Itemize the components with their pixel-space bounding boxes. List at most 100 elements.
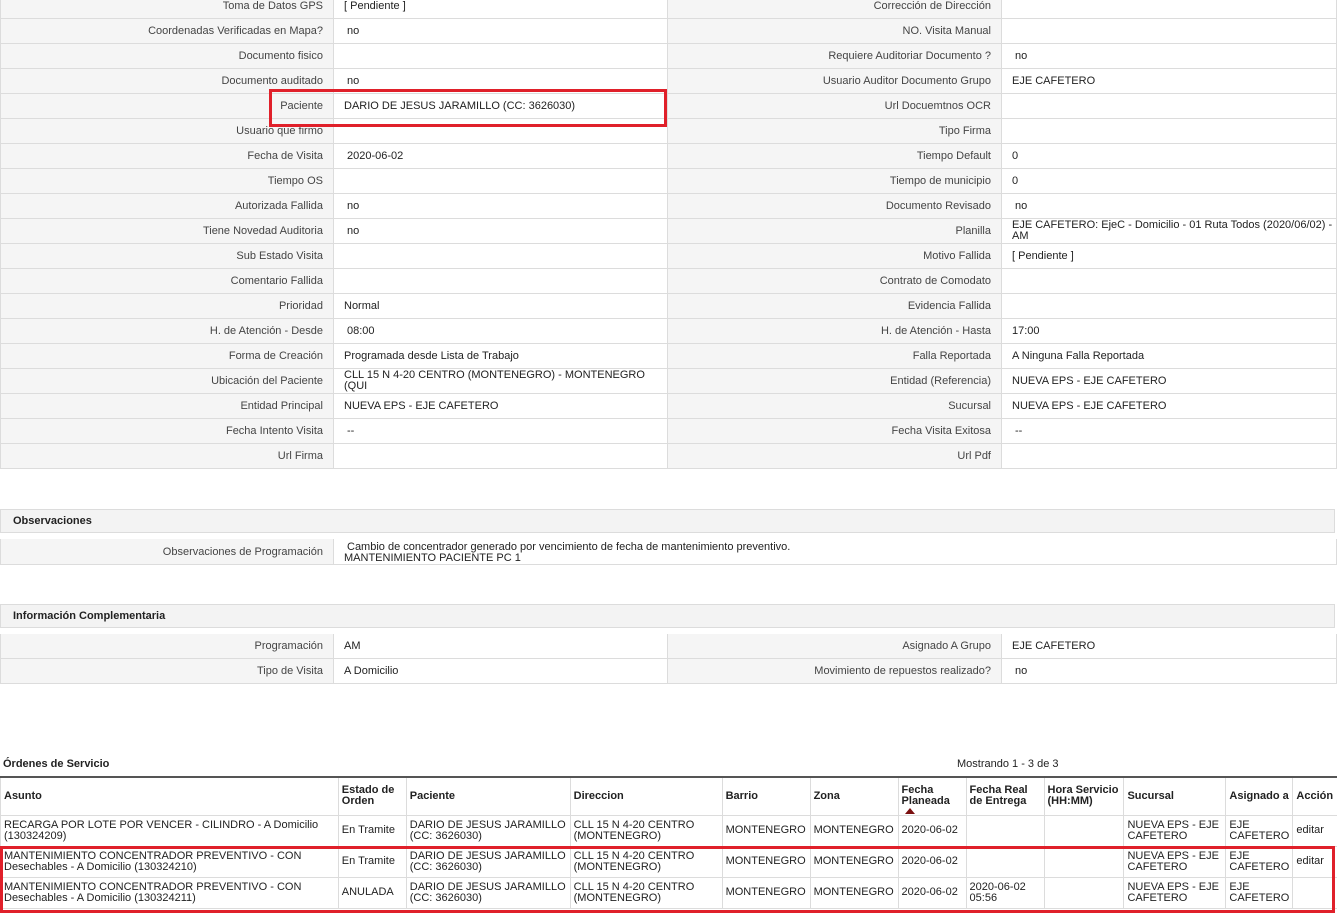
- value-url-firma: [334, 444, 668, 469]
- label-motivo-fallida: Motivo Fallida: [668, 244, 1002, 269]
- value-comentario-fallida: [334, 269, 668, 294]
- column-header-estado-de-orden[interactable]: Estado de Orden: [337, 776, 407, 816]
- cell-sucursal: NUEVA EPS - EJE CAFETERO: [1123, 815, 1226, 847]
- value-planilla: EJE CAFETERO: EjeC - Domicilio - 01 Ruta…: [1002, 219, 1337, 244]
- value-url-docuemtnos-ocr: [1002, 94, 1337, 119]
- cell-barrio: MONTENEGRO: [721, 846, 811, 878]
- value-tiempo-default: 0: [1002, 144, 1337, 169]
- cell-direccion: CLL 15 N 4-20 CENTRO (MONTENEGRO): [569, 815, 723, 847]
- label-sub-estado-visita: Sub Estado Visita: [0, 244, 334, 269]
- label-url-pdf: Url Pdf: [668, 444, 1002, 469]
- value-documento-revisado: no: [1002, 194, 1337, 219]
- label-usuario-auditor-documento-grupo: Usuario Auditor Documento Grupo: [668, 69, 1002, 94]
- detail-row: Fecha de Visita 2020-06-02 Tiempo Default 0: [0, 144, 1337, 169]
- observaciones-header: Observaciones: [0, 509, 1335, 533]
- cell-fecha-planeada: 2020-06-02: [897, 877, 967, 909]
- label-url-docuemtnos-ocr: Url Docuemtnos OCR: [668, 94, 1002, 119]
- column-header-hora-servicio-hh-mm[interactable]: Hora Servicio (HH:MM): [1043, 776, 1124, 816]
- detail-row: Sub Estado Visita Motivo Fallida[ Pendien…: [0, 244, 1337, 269]
- column-header-label: Fecha Real de Entrega: [969, 784, 1028, 808]
- label-documento-fisico: Documento fisico: [0, 44, 334, 69]
- value-tipo-de-visita: A Domicilio: [334, 659, 668, 684]
- cell-asignado-a: EJE CAFETERO: [1225, 815, 1293, 847]
- column-header-paciente[interactable]: Paciente: [405, 776, 571, 816]
- column-header-label: Barrio: [725, 789, 758, 802]
- label-h-de-atencion-hasta: H. de Atención - Hasta: [668, 319, 1002, 344]
- detail-row: Documento auditado no Usuario Auditor Docu…: [0, 69, 1337, 94]
- label-usuario-que-firmo: Usuario que firmo: [0, 119, 334, 144]
- label-url-firma: Url Firma: [0, 444, 334, 469]
- label-correccion-de-direccion: Corrección de Dirección: [668, 0, 1002, 19]
- detail-row: Tipo de Visita A Domicilio Movimiento de r…: [0, 659, 1337, 684]
- label-documento-auditado: Documento auditado: [0, 69, 334, 94]
- visit-details-grid: Toma de Datos GPS [ Pendiente ] Corrección…: [0, 0, 1337, 469]
- column-header-zona[interactable]: Zona: [809, 776, 899, 816]
- label-evidencia-fallida: Evidencia Fallida: [668, 294, 1002, 319]
- value-url-pdf: [1002, 444, 1337, 469]
- detail-row: Comentario Fallida Contrato de Comodato: [0, 269, 1337, 294]
- column-header-sucursal[interactable]: Sucursal: [1123, 776, 1226, 816]
- detail-row: Prioridad Normal Evidencia Fallida: [0, 294, 1337, 319]
- column-header-fecha-real-de-entrega[interactable]: Fecha Real de Entrega: [965, 776, 1044, 816]
- label-prioridad: Prioridad: [0, 294, 334, 319]
- cell-sucursal: NUEVA EPS - EJE CAFETERO: [1123, 846, 1226, 878]
- value-movimiento-de-repuestos-realizado: no: [1002, 659, 1337, 684]
- observaciones-row: Observaciones de Programación Cambio de …: [0, 539, 1337, 565]
- cell-asunto: MANTENIMIENTO CONCENTRADOR PREVENTIVO - …: [0, 846, 339, 878]
- label-comentario-fallida: Comentario Fallida: [0, 269, 334, 294]
- detail-row: Entidad Principal NUEVA EPS - EJE CAFETER…: [0, 394, 1337, 419]
- label-tipo-de-visita: Tipo de Visita: [0, 659, 334, 684]
- value-fecha-intento-visita: --: [334, 419, 668, 444]
- value-motivo-fallida: [ Pendiente ]: [1002, 244, 1337, 269]
- label-paciente: Paciente: [0, 94, 334, 119]
- value-paciente: DARIO DE JESUS JARAMILLO (CC: 3626030): [334, 94, 668, 119]
- column-header-barrio[interactable]: Barrio: [721, 776, 811, 816]
- detail-row: Paciente DARIO DE JESUS JARAMILLO (CC: 36…: [0, 94, 1337, 119]
- cell-hora-servicio-hh-mm: [1043, 877, 1124, 909]
- cell-barrio: MONTENEGRO: [721, 877, 811, 909]
- label-forma-de-creacion: Forma de Creación: [0, 344, 334, 369]
- value-usuario-auditor-documento-grupo: EJE CAFETERO: [1002, 69, 1337, 94]
- label-toma-de-datos-gps: Toma de Datos GPS: [0, 0, 334, 19]
- edit-link[interactable]: editar: [1292, 815, 1337, 847]
- label-requiere-auditoriar-documento: Requiere Auditoriar Documento ?: [668, 44, 1002, 69]
- column-header-direccion[interactable]: Direccion: [569, 776, 723, 816]
- value-entidad-principal: NUEVA EPS - EJE CAFETERO: [334, 394, 668, 419]
- cell-estado-de-orden: En Tramite: [337, 815, 407, 847]
- table-row: RECARGA POR LOTE POR VENCER - CILINDRO -…: [0, 815, 1337, 847]
- detail-row: H. de Atención - Desde 08:00 H. de Atenció…: [0, 319, 1337, 344]
- label-asignado-a-grupo: Asignado A Grupo: [668, 634, 1002, 659]
- cell-zona: MONTENEGRO: [809, 877, 899, 909]
- value-falla-reportada: A Ninguna Falla Reportada: [1002, 344, 1337, 369]
- detail-row: Documento fisico Requiere Auditoriar Docu…: [0, 44, 1337, 69]
- label-contrato-de-comodato: Contrato de Comodato: [668, 269, 1002, 294]
- label-programacion: Programación: [0, 634, 334, 659]
- label-ubicacion-del-paciente: Ubicación del Paciente: [0, 369, 334, 394]
- column-header-fecha-planeada[interactable]: Fecha Planeada: [897, 776, 967, 816]
- label-fecha-intento-visita: Fecha Intento Visita: [0, 419, 334, 444]
- label-tiene-novedad-auditoria: Tiene Novedad Auditoria: [0, 219, 334, 244]
- label-planilla: Planilla: [668, 219, 1002, 244]
- value-documento-fisico: [334, 44, 668, 69]
- detail-row: Coordenadas Verificadas en Mapa? no NO. Vi…: [0, 19, 1337, 44]
- label-entidad-principal: Entidad Principal: [0, 394, 334, 419]
- column-header-asignado-a[interactable]: Asignado a: [1225, 776, 1293, 816]
- edit-link[interactable]: editar: [1292, 846, 1337, 878]
- label-no-visita-manual: NO. Visita Manual: [668, 19, 1002, 44]
- value-contrato-de-comodato: [1002, 269, 1337, 294]
- cell-direccion: CLL 15 N 4-20 CENTRO (MONTENEGRO): [569, 877, 723, 909]
- ordenes-header-row: Asunto Estado de Orden Paciente Direccion Ba…: [0, 776, 1337, 816]
- value-tiempo-de-municipio: 0: [1002, 169, 1337, 194]
- column-header-asunto[interactable]: Asunto: [0, 776, 339, 816]
- value-tipo-firma: [1002, 119, 1337, 144]
- value-entidad-referencia: NUEVA EPS - EJE CAFETERO: [1002, 369, 1337, 394]
- cell-paciente: DARIO DE JESUS JARAMILLO (CC: 3626030): [405, 877, 571, 909]
- sort-ascending-icon: [904, 807, 915, 814]
- value-sucursal: NUEVA EPS - EJE CAFETERO: [1002, 394, 1337, 419]
- value-h-de-atencion-desde: 08:00: [334, 319, 668, 344]
- column-header-accion[interactable]: Acción: [1292, 776, 1337, 816]
- value-requiere-auditoriar-documento: no: [1002, 44, 1337, 69]
- column-header-label: Hora Servicio (HH:MM): [1047, 784, 1119, 808]
- detail-row: Fecha Intento Visita -- Fecha Visita Exito…: [0, 419, 1337, 444]
- column-header-label: Acción: [1296, 789, 1334, 802]
